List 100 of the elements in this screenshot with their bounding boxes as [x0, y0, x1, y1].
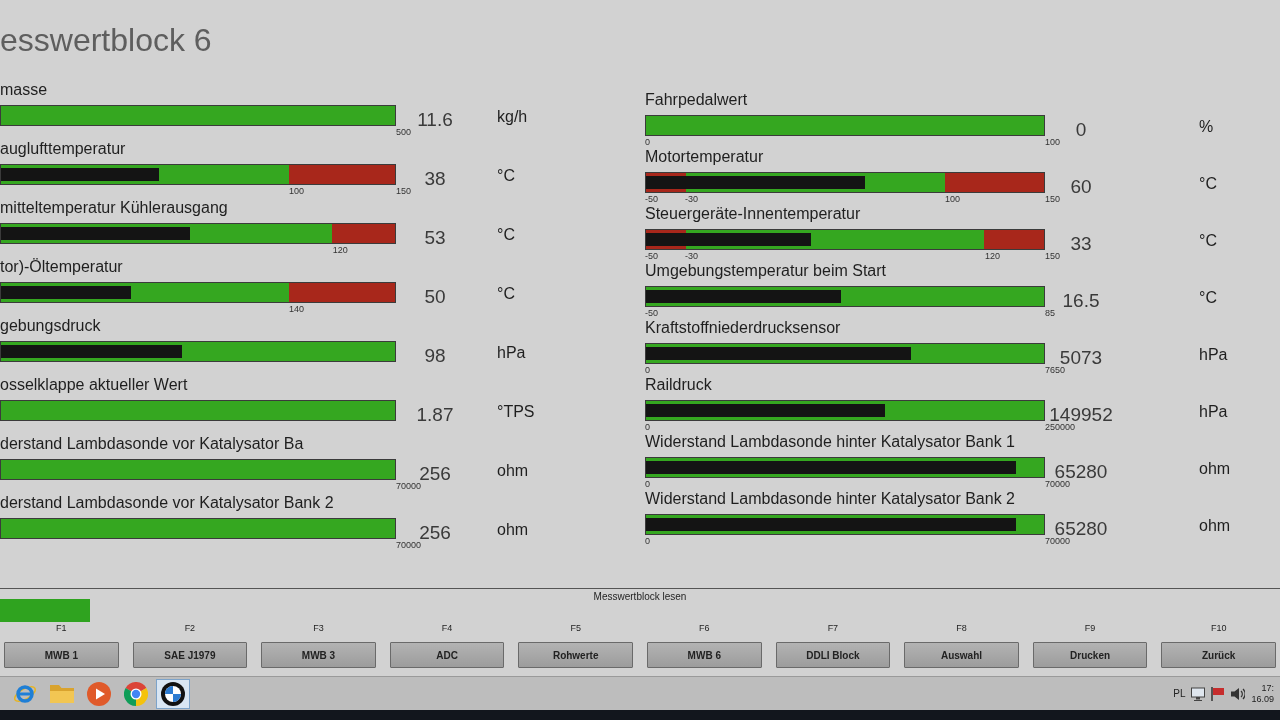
scale-tick-label: 0 — [645, 479, 650, 489]
scale-tick-label: -30 — [685, 194, 698, 204]
gauge-label: Umgebungstemperatur beim Start — [645, 261, 886, 281]
gauge-label: derstand Lambdasonde vor Katalysator Bank 2 — [0, 493, 334, 513]
gauge-label: gebungsdruck — [0, 316, 101, 336]
scale-tick-label: 70000 — [396, 540, 422, 550]
unit-label: % — [1199, 117, 1214, 137]
gauge-label: Widerstand Lambdasonde hinter Katalysator Bank 2 — [645, 489, 1015, 509]
scale-tick-label: 150 — [396, 186, 412, 196]
scale-tick-label: -50 — [645, 308, 658, 318]
gauge-label: osselklappe aktueller Wert — [0, 375, 188, 395]
gauge-value: 0 — [1074, 119, 1088, 141]
segmented-circle-icon — [124, 681, 148, 706]
gauge-value: 16.5 — [1061, 290, 1101, 312]
function-key-button[interactable]: Zurück — [1161, 642, 1276, 668]
gauge-value: 60 — [1069, 176, 1093, 198]
function-key-button[interactable]: SAE J1979 — [132, 642, 248, 668]
function-key-label: F2 — [184, 622, 196, 634]
gauge-value: 50 — [423, 286, 447, 308]
monitor-icon[interactable] — [1191, 686, 1206, 701]
unit-label: °C — [1199, 231, 1217, 251]
unit-label: °TPS — [497, 402, 535, 422]
gauge-value: 149952 — [1049, 404, 1114, 425]
unit-label: ohm — [497, 520, 529, 540]
gauge-value: 65280 — [1054, 461, 1109, 482]
scale-tick-label: -50 — [645, 194, 658, 204]
unit-label: ohm — [1199, 516, 1231, 536]
function-key-label: F8 — [956, 622, 967, 634]
function-key-label: F7 — [827, 622, 839, 634]
scale-tick-label: 0 — [645, 422, 650, 432]
gauge-value: 256 — [419, 522, 452, 543]
scale-tick-label: 500 — [396, 127, 412, 137]
scale-tick-label: 150 — [1045, 251, 1061, 261]
unit-label: hPa — [1199, 402, 1228, 422]
unit-label: °C — [497, 284, 515, 304]
scale-tick-label: 70000 — [1045, 536, 1071, 546]
unit-label: kg/h — [497, 107, 528, 127]
unit-label: °C — [1199, 174, 1217, 194]
scale-tick-label: 0 — [645, 365, 650, 375]
scale-tick-label: 140 — [289, 304, 305, 314]
scale-tick-label: 7650 — [1045, 365, 1066, 375]
scale-tick-label: -50 — [645, 251, 658, 261]
gauge-value: 1.87 — [415, 404, 455, 426]
gauge-value: 33 — [1069, 233, 1093, 255]
gauge-label: Widerstand Lambdasonde hinter Katalysator Bank 1 — [645, 432, 1015, 452]
gauge-value: 98 — [423, 345, 447, 367]
unit-label: hPa — [1199, 345, 1228, 365]
scale-tick-label: 150 — [1045, 194, 1061, 204]
scale-tick-label: -30 — [685, 251, 698, 261]
function-key-label: F10 — [1210, 622, 1227, 634]
unit-label: ohm — [1199, 459, 1231, 479]
gauge-label: masse — [0, 80, 48, 100]
play-icon — [87, 681, 111, 706]
clock-date[interactable]: 16.09 — [1251, 693, 1274, 705]
gauge-label: Steuergeräte-Innentemperatur — [645, 204, 861, 224]
scale-tick-label: 0 — [645, 536, 650, 546]
scale-tick-label: 100 — [945, 194, 961, 204]
function-key-button[interactable]: Drucken — [1032, 642, 1148, 668]
unit-label: °C — [1199, 288, 1217, 308]
gauge-value: 5073 — [1059, 347, 1104, 368]
taskbar-button[interactable] — [156, 678, 190, 709]
function-key-button[interactable]: DDLI Block — [775, 642, 891, 668]
function-key-label: F4 — [441, 622, 453, 634]
function-key-label: F3 — [313, 622, 324, 634]
gauge-value: 53 — [423, 227, 447, 249]
flag-icon[interactable] — [1211, 686, 1226, 701]
gauge-label: tor)-Öltemperatur — [0, 257, 123, 277]
gauge-label: Kraftstoffniederdrucksensor — [645, 318, 841, 338]
function-key-button[interactable]: MWB 6 — [647, 642, 762, 668]
speaker-icon[interactable] — [1231, 686, 1246, 701]
status-text: Messwertblock lesen — [593, 591, 687, 603]
language-indicator[interactable]: PL — [1173, 688, 1186, 699]
scale-tick-label: 100 — [1045, 137, 1061, 147]
function-key-button[interactable]: Auswahl — [904, 642, 1019, 668]
gauge-label: derstand Lambdasonde vor Katalysator Ba — [0, 434, 304, 454]
page-title: esswertblock 6 — [0, 21, 212, 60]
function-key-label: F9 — [1084, 622, 1096, 634]
scale-tick-label: 250000 — [1045, 422, 1076, 432]
scale-tick-label: 85 — [1045, 308, 1055, 318]
unit-label: °C — [497, 225, 515, 245]
function-key-button[interactable]: MWB 1 — [4, 642, 119, 668]
gauge-label: Raildruck — [645, 375, 712, 395]
clock-time[interactable]: 17: — [1261, 682, 1274, 694]
gauge-label: Fahrpedalwert — [645, 90, 748, 110]
scale-tick-label: 0 — [645, 137, 650, 147]
gauge-label: auglufttemperatur — [0, 139, 126, 159]
gauge-label: Motortemperatur — [645, 147, 764, 167]
function-key-button[interactable]: MWB 3 — [261, 642, 376, 668]
function-key-label: F5 — [570, 622, 581, 634]
function-key-button[interactable]: ADC — [389, 642, 505, 668]
function-key-button[interactable]: Rohwerte — [518, 642, 633, 668]
gauge-value: 11.6 — [416, 109, 454, 131]
unit-label: ohm — [497, 461, 529, 481]
unit-label: hPa — [497, 343, 526, 363]
gauge-label: mitteltemperatur Kühlerausgang — [0, 198, 228, 218]
gauge-value: 38 — [423, 168, 447, 190]
unit-label: °C — [497, 166, 515, 186]
scale-tick-label: 70000 — [396, 481, 422, 491]
scale-tick-label: 70000 — [1045, 479, 1071, 489]
quartered-circle-icon — [161, 681, 185, 706]
